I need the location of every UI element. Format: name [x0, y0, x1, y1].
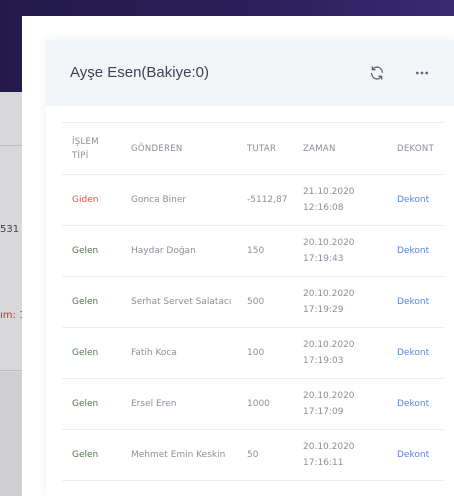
transaction-type: Gelen [72, 450, 99, 460]
date: 21.10.2020 [303, 187, 355, 197]
time: 17:19:29 [303, 305, 344, 315]
column-header-type-line: TİPİ [72, 150, 89, 161]
column-header-type-line: İŞLEM [72, 136, 99, 147]
sender-name: Serhat Servet Salatacı [131, 297, 232, 307]
receipt-link[interactable]: Dekont [397, 447, 444, 463]
receipt-link[interactable]: Dekont [397, 294, 444, 310]
time: 17:17:09 [303, 407, 344, 417]
column-header-sender: GÖNDEREN [131, 143, 183, 154]
amount: 100 [247, 348, 265, 358]
timestamp: 20.10.2020 17:19:43 [303, 235, 397, 267]
receipt-link[interactable]: Dekont [397, 345, 444, 361]
amount: 500 [247, 297, 265, 307]
transaction-type: Gelen [72, 297, 99, 307]
time: 12:16:08 [303, 203, 344, 213]
receipt-link[interactable]: Dekont [397, 192, 444, 208]
timestamp: 20.10.2020 17:17:09 [303, 388, 397, 420]
table-header: İŞLEM TİPİ GÖNDEREN TUTAR ZAMAN DEKONT [62, 123, 444, 175]
amount: 50 [247, 450, 259, 460]
sender-name: Ersel Eren [131, 399, 177, 409]
table-row: Gelen Haydar Doğan 150 20.10.2020 17:19:… [62, 226, 444, 277]
table-row: Gelen Serhat Servet Salatacı 500 20.10.2… [62, 277, 444, 328]
modal-title: Ayşe Esen(Bakiye:0) [70, 64, 209, 81]
transaction-type: Gelen [72, 348, 99, 358]
transaction-type: Gelen [72, 246, 99, 256]
timestamp: 20.10.2020 17:19:03 [303, 337, 397, 369]
amount: 150 [247, 246, 265, 256]
receipt-link[interactable]: Dekont [397, 243, 444, 259]
amount: 1000 [247, 399, 270, 409]
column-header-type: İŞLEM TİPİ [62, 135, 131, 163]
timestamp: 20.10.2020 17:19:29 [303, 286, 397, 318]
sender-name: Haydar Doğan [131, 246, 196, 256]
more-horizontal-icon [416, 71, 428, 75]
table-row: Gelen Fatih Koca 100 20.10.2020 17:19:03… [62, 328, 444, 379]
modal-header: Ayşe Esen(Bakiye:0) [46, 40, 454, 106]
date: 20.10.2020 [303, 391, 355, 401]
receipt-link[interactable]: Dekont [397, 396, 444, 412]
date: 20.10.2020 [303, 238, 355, 248]
transaction-type: Gelen [72, 399, 99, 409]
column-header-receipt: DEKONT [397, 143, 435, 154]
timestamp: 20.10.2020 17:16:11 [303, 439, 397, 471]
sender-name: Mehmet Emin Keskin [131, 450, 226, 460]
refresh-button[interactable] [366, 62, 388, 84]
column-header-amount: TUTAR [247, 143, 277, 154]
timestamp: 21.10.2020 12:16:08 [303, 184, 397, 216]
table-row: Gelen Mehmet Emin Keskin 50 20.10.2020 1… [62, 430, 444, 481]
time: 17:19:43 [303, 254, 344, 264]
refresh-icon [371, 66, 383, 80]
date: 20.10.2020 [303, 289, 355, 299]
time: 17:19:03 [303, 356, 344, 366]
amount: -5112,87 [247, 195, 288, 205]
sender-name: Gonca Biner [131, 195, 187, 205]
transaction-type: Giden [72, 195, 99, 205]
time: 17:16:11 [303, 458, 344, 468]
date: 20.10.2020 [303, 340, 355, 350]
table-row: Gelen Ersel Eren 1000 20.10.2020 17:17:0… [62, 379, 444, 430]
date: 20.10.2020 [303, 442, 355, 452]
more-options-button[interactable] [411, 62, 433, 84]
transactions-modal: Ayşe Esen(Bakiye:0) İŞLEM TİPİ GÖNDEREN … [46, 40, 454, 496]
transactions-table: İŞLEM TİPİ GÖNDEREN TUTAR ZAMAN DEKONT G… [62, 122, 444, 481]
column-header-time: ZAMAN [303, 143, 336, 154]
table-row: Giden Gonca Biner -5112,87 21.10.2020 12… [62, 175, 444, 226]
sender-name: Fatih Koca [131, 348, 177, 358]
background-text: 531 [0, 224, 20, 235]
